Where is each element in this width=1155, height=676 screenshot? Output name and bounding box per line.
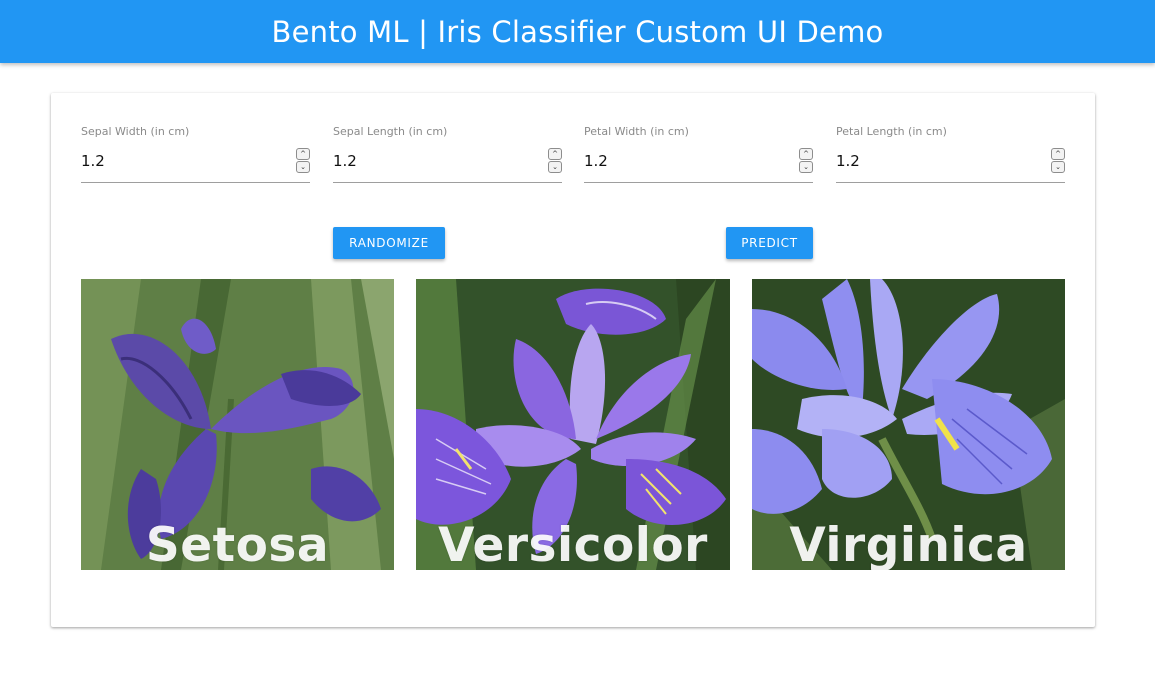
sepal-length-label: Sepal Length (in cm) — [333, 125, 448, 138]
sepal-width-label: Sepal Width (in cm) — [81, 125, 190, 138]
petal-width-field: Petal Width (in cm) ^ ⌄ — [584, 123, 813, 184]
petal-width-label: Petal Width (in cm) — [584, 125, 689, 138]
sepal-width-spinner[interactable]: ^ ⌄ — [296, 148, 310, 173]
sepal-width-input[interactable] — [81, 148, 291, 173]
chevron-up-icon[interactable]: ^ — [296, 148, 310, 160]
setosa-image: Setosa — [81, 279, 394, 570]
petal-width-spinner[interactable]: ^ ⌄ — [799, 148, 813, 173]
setosa-caption: Setosa — [145, 518, 330, 570]
petal-length-label: Petal Length (in cm) — [836, 125, 947, 138]
sepal-length-underline — [333, 182, 562, 183]
chevron-down-icon[interactable]: ⌄ — [1051, 161, 1065, 173]
chevron-up-icon[interactable]: ^ — [1051, 148, 1065, 160]
sepal-width-field: Sepal Width (in cm) ^ ⌄ — [81, 123, 310, 184]
sepal-length-input[interactable] — [333, 148, 543, 173]
chevron-down-icon[interactable]: ⌄ — [296, 161, 310, 173]
petal-width-input[interactable] — [584, 148, 794, 173]
petal-length-input[interactable] — [836, 148, 1046, 173]
versicolor-image: Versicolor — [416, 279, 730, 570]
petal-length-spinner[interactable]: ^ ⌄ — [1051, 148, 1065, 173]
versicolor-caption: Versicolor — [438, 518, 708, 570]
predict-button[interactable]: PREDICT — [726, 227, 813, 259]
virginica-image: Virginica — [752, 279, 1065, 570]
petal-length-underline — [836, 182, 1065, 183]
sepal-width-underline — [81, 182, 310, 183]
petal-width-underline — [584, 182, 813, 183]
virginica-caption: Virginica — [789, 518, 1028, 570]
page-title: Bento ML | Iris Classifier Custom UI Dem… — [271, 14, 884, 49]
chevron-up-icon[interactable]: ^ — [799, 148, 813, 160]
chevron-down-icon[interactable]: ⌄ — [548, 161, 562, 173]
sepal-length-field: Sepal Length (in cm) ^ ⌄ — [333, 123, 562, 184]
classifier-card: Sepal Width (in cm) ^ ⌄ Sepal Length (in… — [51, 93, 1095, 627]
sepal-length-spinner[interactable]: ^ ⌄ — [548, 148, 562, 173]
chevron-up-icon[interactable]: ^ — [548, 148, 562, 160]
chevron-down-icon[interactable]: ⌄ — [799, 161, 813, 173]
randomize-button[interactable]: RANDOMIZE — [333, 227, 445, 259]
app-header: Bento ML | Iris Classifier Custom UI Dem… — [0, 0, 1155, 63]
petal-length-field: Petal Length (in cm) ^ ⌄ — [836, 123, 1065, 184]
